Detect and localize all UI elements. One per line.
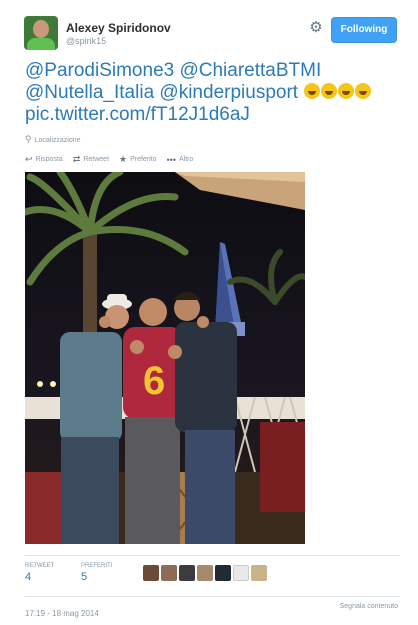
laughing-emoji-icon (355, 83, 372, 99)
favoriter-avatar[interactable] (215, 565, 231, 581)
favoriter-avatar[interactable] (161, 565, 177, 581)
favoriter-avatar[interactable] (233, 565, 249, 581)
retweet-count: 4 (25, 571, 32, 583)
emoji-group (303, 82, 372, 103)
red-chair (25, 472, 61, 544)
following-button[interactable]: Following (331, 17, 397, 43)
retweet-stat-label: RETWEET (25, 563, 55, 569)
favorites-stat-label: PREFERITI (81, 563, 113, 569)
favorites-stat[interactable]: PREFERITI 5 (81, 563, 112, 583)
tweet-timestamp[interactable]: 17:19 - 18 mag 2014 (25, 609, 99, 618)
avatar-head (33, 20, 49, 38)
retweet-label: Retweet (83, 156, 110, 163)
favorite-action[interactable]: ★ Preferito (119, 154, 157, 165)
favoriter-avatar[interactable] (251, 565, 267, 581)
mention-link[interactable]: @Nutella_Italia (25, 82, 154, 103)
star-icon: ★ (119, 154, 128, 164)
mention-link[interactable]: @ChiarettaBTMI (179, 60, 321, 81)
lamp-light (50, 381, 56, 387)
favoriter-avatar[interactable] (143, 565, 159, 581)
retweet-action[interactable]: ⇄ Retweet (73, 154, 109, 165)
favorite-label: Preferito (130, 156, 157, 163)
gear-icon[interactable]: ⚙ (308, 20, 324, 36)
red-chair-right (260, 422, 305, 512)
location[interactable]: ⚲ Localizzazione (25, 134, 81, 145)
tweet-header: Alexey Spiridonov @spirik15 ⚙ Following (24, 16, 400, 52)
user-name[interactable]: Alexey Spiridonov (66, 21, 171, 35)
shirt-number: 6 (143, 359, 165, 403)
reply-icon: ↩ (25, 154, 33, 164)
user-avatar[interactable] (24, 16, 58, 50)
mention-link[interactable]: @kinderpiusport (159, 82, 298, 103)
favoriter-avatar[interactable] (197, 565, 213, 581)
tweet-actions: ↩ Risposta ⇄ Retweet ★ Preferito ••• Alt… (25, 154, 193, 165)
tweet-footer: 17:19 - 18 mag 2014 Segnala contenuto (25, 596, 400, 621)
laughing-emoji-icon (321, 83, 338, 99)
location-pin-icon: ⚲ (25, 134, 32, 144)
favoriter-avatar[interactable] (179, 565, 195, 581)
more-label: Altro (179, 156, 194, 163)
mention-link[interactable]: @ParodiSimone3 (25, 60, 174, 81)
laughing-emoji-icon (338, 83, 355, 99)
user-handle[interactable]: @spirik15 (66, 36, 106, 46)
favoriters-avatars (143, 565, 267, 581)
lamp-light (37, 381, 43, 387)
avatar-shirt (27, 38, 55, 50)
laughing-emoji-icon (304, 83, 321, 99)
more-action[interactable]: ••• Altro (167, 154, 194, 165)
reply-action[interactable]: ↩ Risposta (25, 154, 63, 165)
reply-label: Risposta (35, 156, 63, 163)
favorites-count: 5 (81, 571, 88, 583)
tweet-stats: RETWEET 4 PREFERITI 5 (25, 555, 400, 589)
tweet-photo[interactable]: 6 (25, 172, 305, 544)
tweet-text: @ParodiSimone3 @ChiarettaBTMI @Nutella_I… (25, 60, 400, 126)
retweet-stat[interactable]: RETWEET 4 (25, 563, 54, 583)
photo-scene: 6 (25, 172, 305, 544)
more-dots-icon: ••• (166, 154, 177, 165)
pic-link[interactable]: pic.twitter.com/fT12J1d6aJ (25, 104, 250, 125)
retweet-icon: ⇄ (72, 154, 81, 164)
person-middle: 6 (123, 298, 183, 544)
report-link[interactable]: Segnala contenuto (340, 603, 398, 610)
location-label: Localizzazione (34, 137, 81, 144)
